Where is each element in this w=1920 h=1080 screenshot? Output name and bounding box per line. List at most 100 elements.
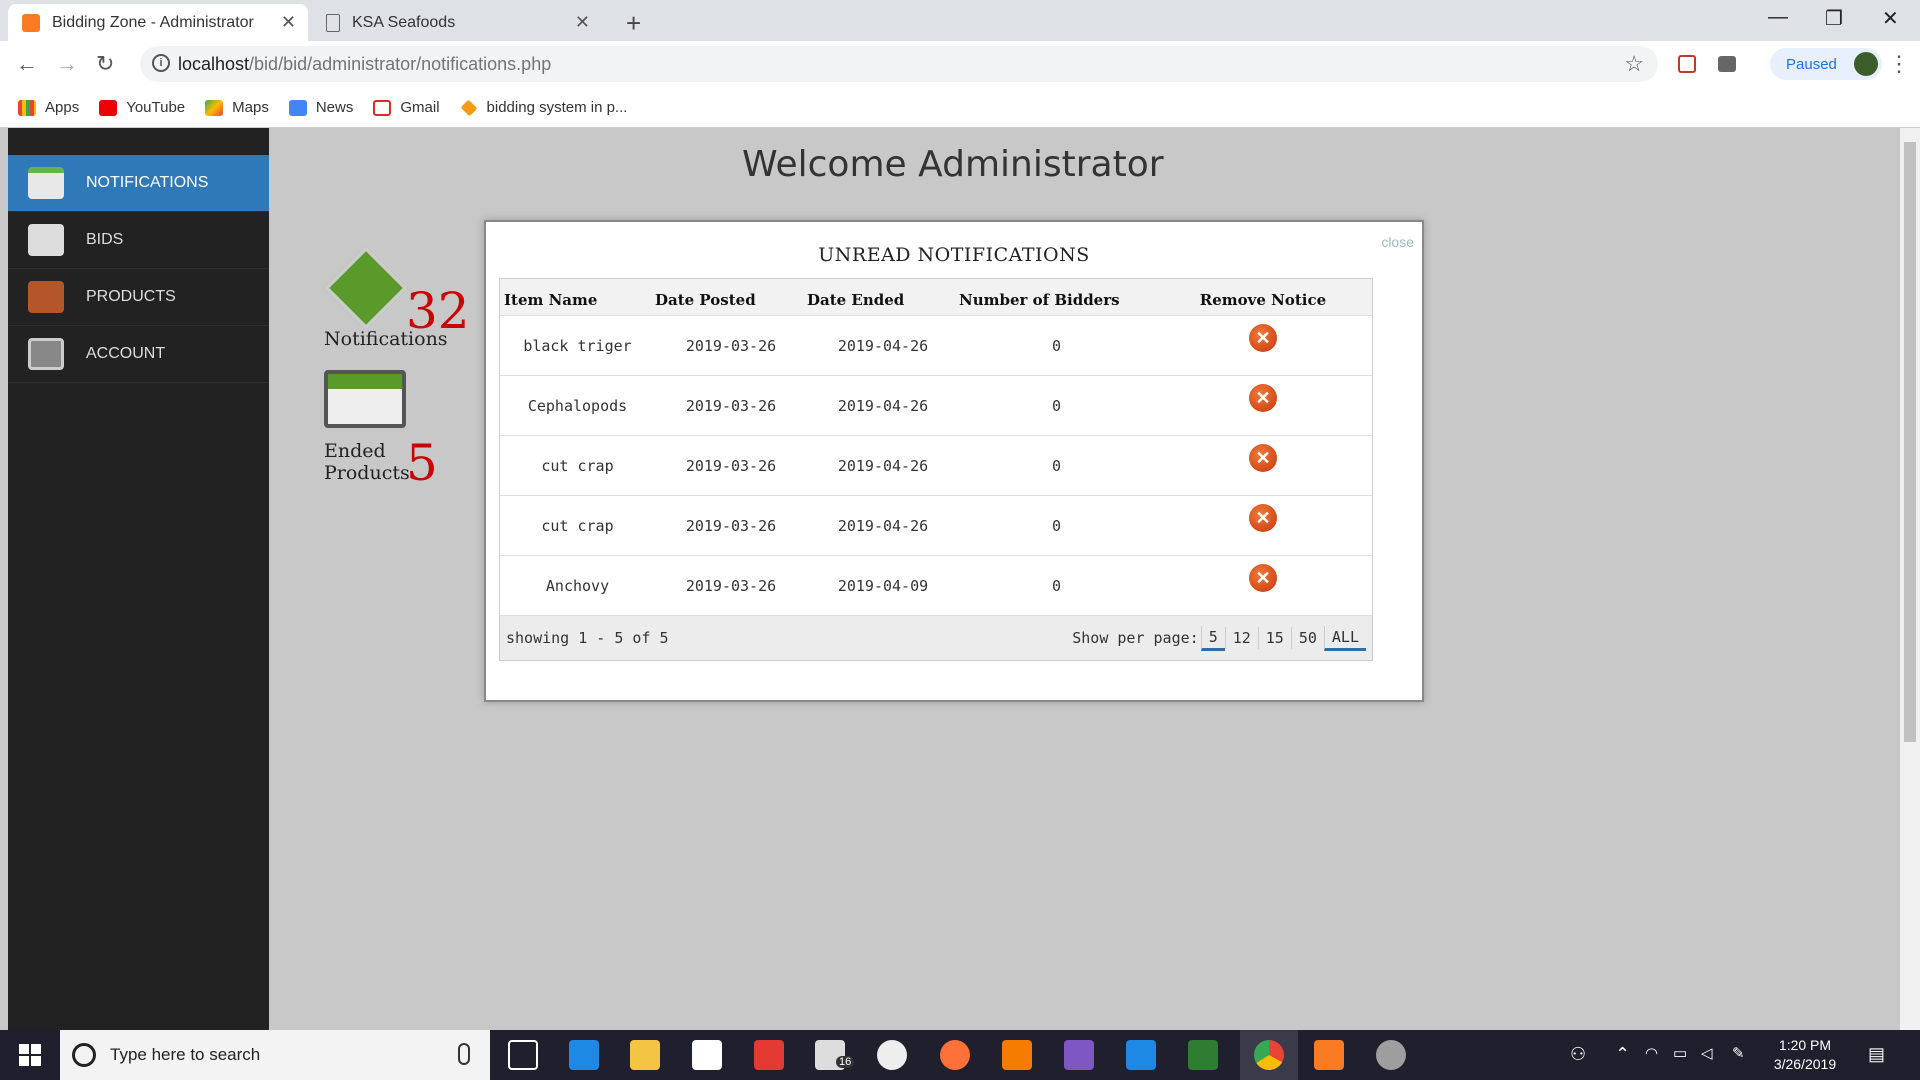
bookmark-maps[interactable]: Maps xyxy=(205,99,269,116)
scrollbar-thumb[interactable] xyxy=(1904,142,1916,742)
windows-start-icon[interactable] xyxy=(19,1044,41,1066)
item-name-cell: Anchovy xyxy=(545,576,610,595)
close-window-icon[interactable]: ✕ xyxy=(1882,6,1899,31)
app-icon[interactable] xyxy=(877,1040,907,1070)
sublime-text-icon[interactable] xyxy=(1002,1040,1032,1070)
date-posted-cell: 2019-03-26 xyxy=(685,396,777,415)
extension-camera-icon[interactable] xyxy=(1718,56,1736,72)
search-placeholder: Type here to search xyxy=(110,1045,261,1064)
youtube-icon xyxy=(99,99,118,116)
sidebar-item-label: PRODUCTS xyxy=(86,288,176,305)
sidebar-item-label: ACCOUNT xyxy=(86,345,166,362)
bidders-cell: 0 xyxy=(1051,516,1062,535)
remove-notice-icon[interactable]: ✕ xyxy=(1249,383,1277,412)
site-info-icon[interactable]: i xyxy=(152,54,170,72)
xampp-icon[interactable] xyxy=(1314,1040,1344,1070)
account-device-icon xyxy=(28,338,64,370)
bids-pencil-icon xyxy=(28,224,64,256)
column-header-bidders[interactable]: Number of Bidders xyxy=(959,291,1154,309)
remove-notice-icon[interactable]: ✕ xyxy=(1249,503,1277,532)
vim-icon[interactable] xyxy=(1188,1040,1218,1070)
per-page-option-all[interactable]: ALL xyxy=(1323,625,1366,651)
store-icon[interactable] xyxy=(692,1040,722,1070)
tab-title: KSA Seafoods xyxy=(352,13,456,31)
column-header-date-posted[interactable]: Date Posted xyxy=(655,291,807,309)
close-tab-icon[interactable]: ✕ xyxy=(281,12,296,33)
volume-icon[interactable]: ◁ xyxy=(1701,1044,1713,1062)
column-header-date-ended[interactable]: Date Ended xyxy=(807,291,959,309)
menu-kebab-icon[interactable]: ⋮ xyxy=(1888,51,1910,77)
system-clock[interactable]: 1:20 PM 3/26/2019 xyxy=(1760,1036,1850,1074)
sync-app-icon[interactable] xyxy=(569,1040,599,1070)
bookmarks-bar: Apps YouTube Maps News Gmail bidding sys… xyxy=(0,88,1920,128)
bookmark-youtube[interactable]: YouTube xyxy=(99,99,185,116)
action-center-icon[interactable]: ▤ xyxy=(1868,1044,1885,1065)
bookmark-apps[interactable]: Apps xyxy=(18,99,79,116)
remove-notice-icon[interactable]: ✕ xyxy=(1249,563,1277,592)
vscode-icon[interactable] xyxy=(1126,1040,1156,1070)
task-view-icon[interactable] xyxy=(508,1040,538,1070)
bookmark-gmail[interactable]: Gmail xyxy=(373,99,440,116)
cortana-icon xyxy=(72,1043,96,1067)
battery-icon[interactable]: ▭ xyxy=(1673,1044,1687,1062)
bookmark-news[interactable]: News xyxy=(288,99,353,116)
visual-studio-icon[interactable] xyxy=(1064,1040,1094,1070)
item-name-cell: cut crap xyxy=(541,516,614,535)
tab-ksa-seafoods[interactable]: KSA Seafoods ✕ xyxy=(312,4,602,41)
forward-icon[interactable]: → xyxy=(56,51,78,77)
column-header-remove-notice[interactable]: Remove Notice xyxy=(1154,291,1372,309)
table-row: cut crap 2019-03-26 2019-04-26 0 ✕ xyxy=(500,495,1372,555)
tab-bidding-zone[interactable]: Bidding Zone - Administrator ✕ xyxy=(8,4,308,41)
chrome-icon[interactable] xyxy=(1254,1040,1284,1070)
address-bar[interactable]: i localhost/bid/bid/administrator/notifi… xyxy=(140,46,1658,82)
date-posted-cell: 2019-03-26 xyxy=(685,576,777,595)
extension-pocket-icon[interactable] xyxy=(1678,55,1696,73)
column-header-item-name[interactable]: Item Name xyxy=(500,291,655,309)
bookmark-star-icon[interactable]: ☆ xyxy=(1624,51,1644,77)
per-page-option-50[interactable]: 50 xyxy=(1290,627,1324,649)
close-icon[interactable]: close xyxy=(1381,234,1414,250)
sidebar-item-bids[interactable]: BIDS xyxy=(8,212,269,269)
people-icon[interactable]: ⚇ xyxy=(1570,1044,1586,1065)
notifications-stat[interactable]: Notifications 32 xyxy=(323,245,470,350)
remove-notice-icon[interactable]: ✕ xyxy=(1249,443,1277,472)
bookmark-label: YouTube xyxy=(126,99,186,116)
new-tab-icon[interactable]: + xyxy=(626,8,641,39)
reload-icon[interactable]: ↻ xyxy=(96,51,114,77)
date-posted-cell: 2019-03-26 xyxy=(685,336,777,355)
remove-notice-icon[interactable]: ✕ xyxy=(1249,323,1277,352)
firefox-icon[interactable] xyxy=(940,1040,970,1070)
per-page-option-12[interactable]: 12 xyxy=(1224,627,1258,649)
wifi-icon[interactable]: ◠ xyxy=(1645,1044,1658,1062)
page-scrollbar[interactable] xyxy=(1900,128,1920,1030)
bidders-cell: 0 xyxy=(1051,396,1062,415)
microphone-icon[interactable] xyxy=(458,1043,470,1065)
paint-icon[interactable] xyxy=(1376,1040,1406,1070)
taskbar-search-input[interactable]: Type here to search xyxy=(60,1030,490,1080)
gift-app-icon[interactable] xyxy=(754,1040,784,1070)
restore-icon[interactable]: ❐ xyxy=(1825,6,1843,31)
ended-products-count: 5 xyxy=(406,434,438,492)
file-explorer-icon[interactable] xyxy=(630,1040,660,1070)
tab-title: Bidding Zone - Administrator xyxy=(52,13,254,31)
minimize-icon[interactable]: — xyxy=(1768,6,1788,29)
per-page-option-15[interactable]: 15 xyxy=(1257,627,1291,649)
clock-date: 3/26/2019 xyxy=(1773,1056,1837,1072)
close-tab-icon[interactable]: ✕ xyxy=(575,12,590,33)
sidebar-item-account[interactable]: ACCOUNT xyxy=(8,326,269,383)
date-ended-cell: 2019-04-09 xyxy=(837,576,929,595)
sidebar-item-products[interactable]: PRODUCTS xyxy=(8,269,269,326)
ended-products-stat[interactable]: Ended Products 5 xyxy=(324,370,438,492)
item-name-cell: cut crap xyxy=(541,456,614,475)
chevron-up-icon[interactable]: ⌃ xyxy=(1615,1044,1630,1065)
date-ended-cell: 2019-04-26 xyxy=(837,516,929,535)
page-viewport: NOTIFICATIONS BIDS PRODUCTS ACCOUNT Welc… xyxy=(0,128,1900,1030)
bookmark-bidding-system[interactable]: bidding system in p... xyxy=(460,99,627,116)
per-page-label: Show per page: xyxy=(1072,629,1199,647)
per-page-option-5[interactable]: 5 xyxy=(1200,625,1225,651)
profile-paused-button[interactable]: Paused xyxy=(1770,48,1882,80)
back-icon[interactable]: ← xyxy=(16,51,38,77)
bidders-cell: 0 xyxy=(1051,336,1062,355)
pen-icon[interactable]: ✎ xyxy=(1732,1044,1745,1062)
sidebar-item-notifications[interactable]: NOTIFICATIONS xyxy=(8,155,269,212)
